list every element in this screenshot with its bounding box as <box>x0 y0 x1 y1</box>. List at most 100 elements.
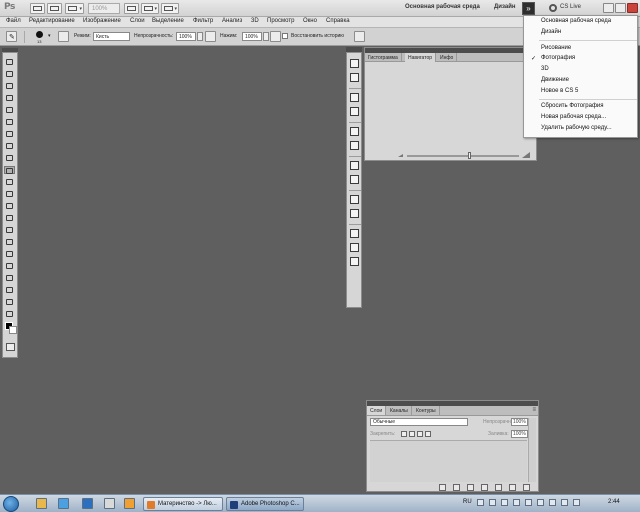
brush-tool[interactable] <box>5 142 14 150</box>
blur-tool[interactable] <box>5 202 14 210</box>
panel-menu-icon[interactable]: ≡ <box>532 407 536 413</box>
navigator-zoom-thumb[interactable] <box>468 152 471 159</box>
menu-layer[interactable]: Слои <box>130 18 145 24</box>
delete-layer-icon[interactable] <box>523 484 530 491</box>
opacity-input[interactable]: 100% <box>176 32 196 41</box>
quick-selection-tool[interactable] <box>5 94 14 102</box>
cs-live-button[interactable]: CS Live <box>560 4 581 10</box>
eraser-tool[interactable] <box>5 178 14 186</box>
brush-panel-toggle[interactable] <box>58 31 69 42</box>
hand-tool-button[interactable] <box>124 3 139 14</box>
tab-histogram[interactable]: Гистограмма <box>365 53 402 62</box>
link-layers-icon[interactable] <box>439 484 446 491</box>
zoom-tool[interactable] <box>5 310 14 318</box>
dodge-tool[interactable] <box>5 214 14 222</box>
volume-icon[interactable] <box>573 499 580 506</box>
character-panel-icon[interactable] <box>350 195 359 204</box>
internet-explorer-icon[interactable] <box>82 498 93 509</box>
menu-file[interactable]: Файл <box>6 18 21 24</box>
chevron-down-icon[interactable]: ▾ <box>48 33 51 39</box>
menu-filter[interactable]: Фильтр <box>193 18 213 24</box>
brush-tip-icon[interactable] <box>36 31 43 38</box>
taskbar-task-browser[interactable]: Материнство -> Лю... <box>143 497 223 511</box>
firefox-launcher-icon[interactable] <box>124 498 135 509</box>
actions-panel-icon[interactable] <box>350 73 359 82</box>
blend-mode-select[interactable]: Обычные <box>370 418 468 426</box>
history-panel-icon[interactable] <box>350 59 359 68</box>
paragraph-panel-icon[interactable] <box>350 209 359 218</box>
path-selection-tool[interactable] <box>5 250 14 258</box>
menu-item-photography[interactable]: Фотография <box>541 55 575 61</box>
history-brush-tool[interactable] <box>4 166 15 174</box>
opacity-slider-toggle[interactable] <box>197 32 203 41</box>
menu-item-new-workspace[interactable]: Новая рабочая среда... <box>541 114 606 120</box>
move-tool[interactable] <box>5 58 14 66</box>
media-player-icon[interactable] <box>58 498 69 509</box>
adjustment-layer-icon[interactable] <box>481 484 488 491</box>
more-workspaces-button[interactable]: » <box>522 2 535 15</box>
airbrush-button[interactable] <box>270 31 281 42</box>
navigator-zoom-track[interactable] <box>407 155 519 157</box>
tab-paths[interactable]: Контуры <box>413 406 440 415</box>
taskbar-task-photoshop[interactable]: Adobe Photoshop C... <box>226 497 304 511</box>
menu-item-delete-workspace[interactable]: Удалить рабочую среду... <box>541 125 612 131</box>
rectangle-tool[interactable] <box>5 262 14 270</box>
3d-panel-icon[interactable] <box>350 229 359 238</box>
minimize-button[interactable] <box>603 3 614 13</box>
tray-icon[interactable] <box>489 499 496 506</box>
menu-item-design[interactable]: Дизайн <box>541 29 561 35</box>
menu-item-essentials[interactable]: Основная рабочая среда <box>541 18 611 24</box>
hand-tool[interactable] <box>5 298 14 306</box>
menu-item-new-in-cs5[interactable]: Новое в CS 5 <box>541 88 578 94</box>
tray-icon[interactable] <box>537 499 544 506</box>
menu-image[interactable]: Изображение <box>83 18 121 24</box>
start-button[interactable] <box>3 496 19 512</box>
flow-slider-toggle[interactable] <box>263 32 269 41</box>
adjustments-panel-icon[interactable] <box>350 161 359 170</box>
layer-opacity-input[interactable]: 100% <box>511 418 528 426</box>
menu-analysis[interactable]: Анализ <box>222 18 242 24</box>
tab-info[interactable]: Инфо <box>437 53 458 62</box>
new-group-icon[interactable] <box>495 484 502 491</box>
layers-scrollbar[interactable] <box>528 418 536 482</box>
tablet-pressure-opacity-button[interactable] <box>205 31 216 42</box>
brush-presets-panel-icon[interactable] <box>350 93 359 102</box>
explorer-icon[interactable] <box>36 498 47 509</box>
show-desktop-icon[interactable] <box>104 498 115 509</box>
zoom-out-icon[interactable] <box>398 152 403 158</box>
launch-bridge-button[interactable] <box>30 3 45 14</box>
menu-3d[interactable]: 3D <box>251 18 259 24</box>
clone-source-panel-icon[interactable] <box>350 107 359 116</box>
restore-button[interactable] <box>615 3 626 13</box>
network-icon[interactable] <box>561 499 568 506</box>
view-extras-button[interactable]: ▾ <box>65 3 84 14</box>
menu-edit[interactable]: Редактирование <box>29 18 75 24</box>
language-indicator[interactable]: RU <box>463 499 472 505</box>
menu-item-reset-photography[interactable]: Сбросить Фотография <box>541 103 604 109</box>
histogram-panel-icon[interactable] <box>350 127 359 136</box>
marquee-tool[interactable] <box>5 70 14 78</box>
color-panel-icon[interactable] <box>350 141 359 150</box>
launch-mini-bridge-button[interactable] <box>47 3 62 14</box>
type-tool[interactable] <box>5 238 14 246</box>
menu-window[interactable]: Окно <box>303 18 317 24</box>
clone-stamp-tool[interactable] <box>5 154 14 162</box>
layer-style-icon[interactable] <box>453 484 460 491</box>
restore-history-checkbox[interactable] <box>282 33 288 39</box>
lock-transparency-icon[interactable] <box>401 431 407 437</box>
eyedropper-tool[interactable] <box>5 118 14 126</box>
flow-input[interactable]: 100% <box>242 32 262 41</box>
lock-pixels-icon[interactable] <box>409 431 415 437</box>
fill-input[interactable]: 100% <box>511 430 528 438</box>
quick-mask-button[interactable] <box>6 343 15 351</box>
arrange-documents-button[interactable]: ▾ <box>141 3 159 14</box>
crop-tool[interactable] <box>5 106 14 114</box>
workspace-essentials[interactable]: Основная рабочая среда <box>405 4 491 14</box>
tool-presets-panel-icon[interactable] <box>350 257 359 266</box>
menu-item-3d[interactable]: 3D <box>541 66 549 72</box>
lock-all-icon[interactable] <box>425 431 431 437</box>
tray-icon[interactable] <box>525 499 532 506</box>
spot-healing-tool[interactable] <box>5 130 14 138</box>
tab-channels[interactable]: Каналы <box>387 406 412 415</box>
menu-item-motion[interactable]: Движение <box>541 77 569 83</box>
